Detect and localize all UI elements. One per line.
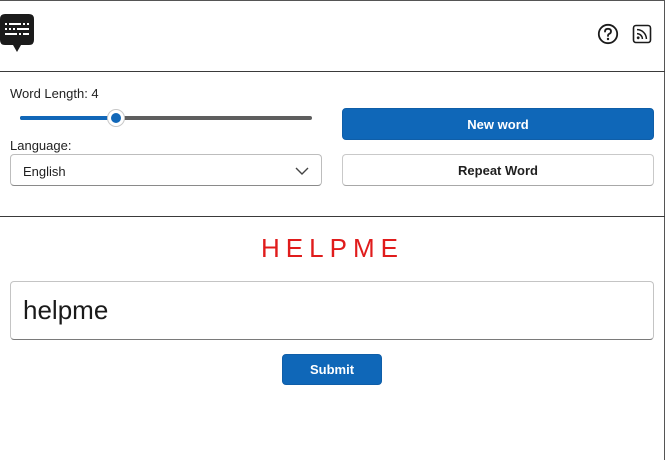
chevron-down-icon: [295, 167, 309, 175]
settings-divider: [0, 216, 665, 217]
help-circle-icon: [597, 23, 619, 45]
slider-thumb[interactable]: [107, 109, 125, 127]
rss-feed-icon: [632, 24, 652, 44]
word-length-slider[interactable]: [20, 109, 312, 127]
slider-thumb-dot: [111, 113, 121, 123]
rss-button[interactable]: [631, 23, 653, 45]
help-button[interactable]: [597, 23, 619, 45]
new-word-button[interactable]: New word: [342, 108, 654, 140]
language-label: Language:: [10, 138, 72, 153]
target-word: HELPME: [261, 233, 404, 263]
app-header: [0, 0, 665, 71]
chat-keyboard-icon: [0, 14, 34, 52]
submit-button[interactable]: Submit: [282, 354, 382, 385]
header-divider: [0, 71, 665, 72]
language-select-value: English: [23, 164, 66, 179]
slider-track-fill: [20, 116, 116, 120]
word-length-label: Word Length: 4: [10, 86, 99, 101]
answer-input[interactable]: [10, 281, 654, 340]
language-select[interactable]: English: [10, 154, 322, 186]
repeat-word-button[interactable]: Repeat Word: [342, 154, 654, 186]
